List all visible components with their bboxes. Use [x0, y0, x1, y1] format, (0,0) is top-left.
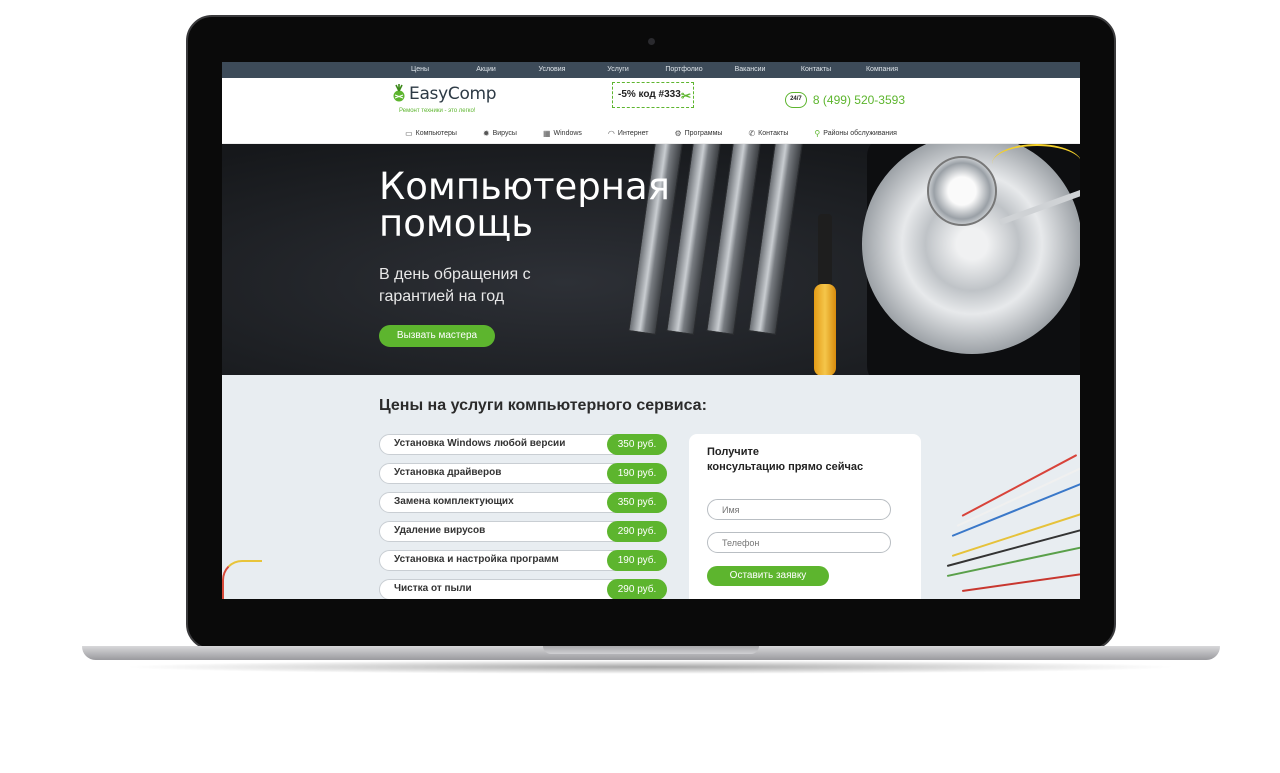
logo-name: EasyComp: [409, 84, 497, 104]
topnav-link-contacts[interactable]: Контакты: [783, 62, 849, 78]
catnav-item-windows[interactable]: ▦ Windows: [543, 129, 582, 138]
catnav-label: Windows: [553, 130, 582, 137]
service-price: 290 руб.: [607, 520, 667, 542]
service-name: Установка Windows любой версии: [394, 438, 566, 449]
promo-coupon: -5% код #333 ✂: [612, 82, 694, 108]
phone-input[interactable]: [707, 532, 891, 553]
pineapple-logo-icon: [393, 84, 405, 102]
prices-section: Цены на услуги компьютерного сервиса: Ус…: [222, 375, 1080, 599]
catnav-label: Программы: [684, 130, 723, 137]
promo-text: -5% код #333: [618, 89, 681, 100]
price-row[interactable]: Установка Windows любой версии 350 руб.: [379, 433, 667, 455]
topnav-link-conditions[interactable]: Условия: [519, 62, 585, 78]
hero-banner: Компьютерная помощь В день обращения с г…: [222, 144, 1080, 375]
catnav-label: Компьютеры: [415, 130, 457, 137]
top-navigation: Цены Акции Условия Услуги Портфолио Вака…: [222, 62, 1080, 78]
service-name: Установка драйверов: [394, 467, 502, 478]
virus-icon: ✹: [482, 129, 490, 138]
service-price: 190 руб.: [607, 462, 667, 484]
website-screen: Цены Акции Условия Услуги Портфолио Вака…: [222, 62, 1080, 599]
catnav-item-internet[interactable]: ◠ Интернет: [608, 129, 649, 138]
catnav-item-districts[interactable]: ⚲ Районы обслуживания: [814, 129, 897, 138]
phone-icon: ✆: [748, 129, 756, 138]
catnav-item-contacts[interactable]: ✆ Контакты: [748, 129, 788, 138]
consultation-form: Получите консультацию прямо сейчас Остав…: [689, 434, 921, 599]
topnav-link-services[interactable]: Услуги: [585, 62, 651, 78]
cables-image: [922, 454, 1080, 599]
price-row[interactable]: Чистка от пыли 290 руб.: [379, 578, 667, 599]
service-name: Чистка от пыли: [394, 583, 472, 594]
price-list: Установка Windows любой версии 350 руб. У…: [379, 433, 667, 599]
topnav-link-portfolio[interactable]: Портфолио: [651, 62, 717, 78]
windows-icon: ▦: [542, 129, 551, 138]
category-navigation: ▭ Компьютеры ✹ Вирусы ▦ Windows ◠ Интернет ⚙…: [222, 124, 1080, 144]
hard-drive-spindle-image: [927, 156, 997, 226]
topnav-link-prices[interactable]: Цены: [387, 62, 453, 78]
laptop-shadow: [120, 660, 1180, 674]
gears-icon: ⚙: [674, 129, 682, 138]
name-input[interactable]: [707, 499, 891, 520]
hero-title: Компьютерная помощь: [379, 168, 670, 242]
topnav-link-vacancies[interactable]: Вакансии: [717, 62, 783, 78]
catnav-label: Районы обслуживания: [823, 130, 897, 137]
service-price: 290 руб.: [607, 578, 667, 599]
service-price: 350 руб.: [607, 491, 667, 513]
topnav-link-promotions[interactable]: Акции: [453, 62, 519, 78]
service-name: Установка и настройка программ: [394, 554, 559, 565]
map-pin-icon: ⚲: [814, 129, 821, 138]
monitor-icon: ▭: [405, 129, 413, 138]
logo[interactable]: EasyComp Ремонт техники - это легко!: [392, 84, 497, 114]
prices-title: Цены на услуги компьютерного сервиса:: [379, 397, 707, 414]
laptop-notch: [543, 646, 759, 654]
screwdriver-image: [818, 214, 832, 294]
price-row[interactable]: Установка и настройка программ 190 руб.: [379, 549, 667, 571]
service-name: Удаление вирусов: [394, 525, 486, 536]
service-price: 350 руб.: [607, 433, 667, 455]
form-title: Получите консультацию прямо сейчас: [707, 445, 863, 475]
site-header: EasyComp Ремонт техники - это легко! -5%…: [222, 78, 1080, 124]
price-row[interactable]: Установка драйверов 190 руб.: [379, 462, 667, 484]
phone-block: 24/7 8 (499) 520-3593: [784, 92, 905, 108]
catnav-item-computers[interactable]: ▭ Компьютеры: [405, 129, 457, 138]
scissors-icon: ✂: [680, 89, 691, 103]
submit-request-button[interactable]: Оставить заявку: [707, 566, 829, 586]
logo-tagline: Ремонт техники - это легко!: [399, 108, 476, 114]
topnav-link-company[interactable]: Компания: [849, 62, 915, 78]
hero-title-line2: помощь: [379, 202, 534, 245]
catnav-label: Вирусы: [492, 130, 517, 137]
catnav-label: Контакты: [758, 130, 789, 137]
service-price: 190 руб.: [607, 549, 667, 571]
phone-number[interactable]: 8 (499) 520-3593: [813, 93, 905, 107]
clock-icon: 24/7: [784, 92, 807, 108]
form-title-line1: Получите: [707, 446, 759, 458]
price-row[interactable]: Замена комплектующих 350 руб.: [379, 491, 667, 513]
wifi-icon: ◠: [607, 129, 615, 138]
call-master-button[interactable]: Вызвать мастера: [379, 325, 495, 347]
hero-subtitle: В день обращения с гарантией на год: [379, 266, 531, 305]
webcam: [648, 38, 655, 45]
screwdriver-handle-image: [814, 284, 836, 375]
wire-image: [992, 144, 1080, 184]
form-title-line2: консультацию прямо сейчас: [707, 461, 864, 473]
catnav-label: Интернет: [617, 130, 649, 137]
wire-image: [222, 560, 262, 599]
catnav-item-programs[interactable]: ⚙ Программы: [674, 129, 722, 138]
price-row[interactable]: Удаление вирусов 290 руб.: [379, 520, 667, 542]
catnav-item-viruses[interactable]: ✹ Вирусы: [483, 129, 517, 138]
service-name: Замена комплектующих: [394, 496, 514, 507]
